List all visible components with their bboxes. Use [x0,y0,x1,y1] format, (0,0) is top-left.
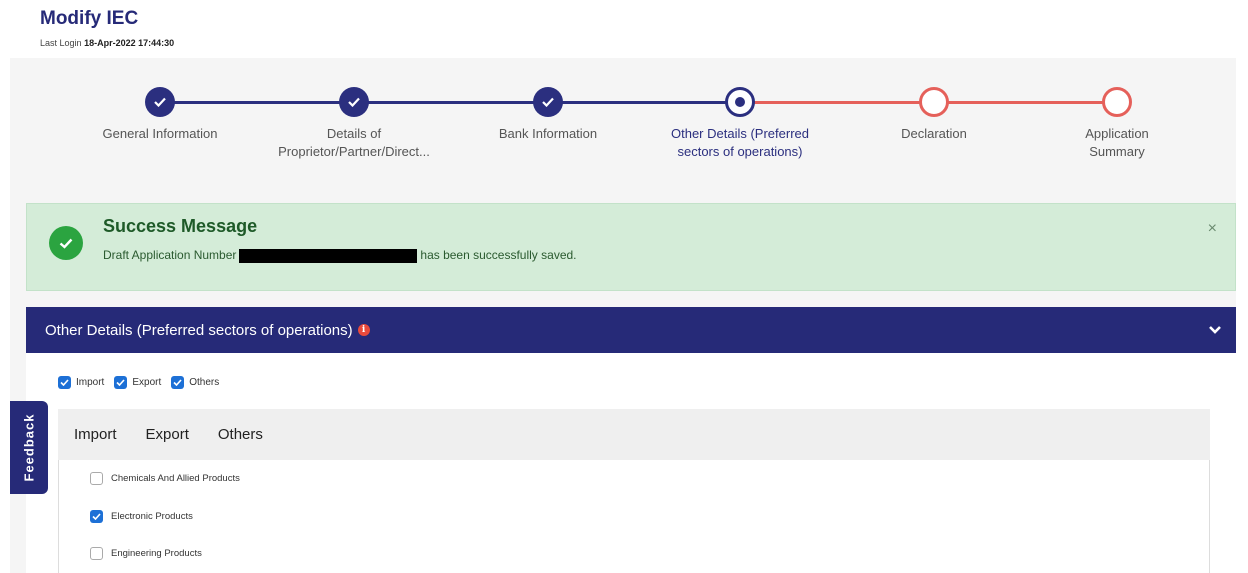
content-wrapper: General Information Details of Proprieto… [10,58,1236,573]
checkbox-import[interactable]: Import [58,376,104,389]
checkbox-checked-icon[interactable] [171,376,185,389]
sector-label: Chemicals And Allied Products [111,473,240,484]
alert-title: Success Message [103,216,258,236]
sector-chemicals[interactable]: Chemicals And Allied Products [90,472,240,485]
step-details-of-proprietor[interactable]: Details of Proprietor/Partner/Direct... [264,87,444,161]
step-label: Bank Information [498,126,598,141]
alert-message: Draft Application Number has been success… [103,248,577,263]
step-label: Declaration [901,126,967,141]
checkbox-label: Import [76,377,105,388]
feedback-button[interactable]: Feedback [10,401,48,494]
checkbox-others[interactable]: Others [171,376,219,389]
progress-stepper: General Information Details of Proprieto… [10,58,1236,198]
check-icon [145,87,175,117]
sector-tabs: Import Export Others [58,409,1210,460]
operation-type-checkboxes: Import Export Others [58,376,229,389]
checkbox-checked-icon[interactable] [90,510,103,523]
step-other-details[interactable]: Other Details (Preferred sectors of oper… [650,87,830,161]
step-declaration[interactable]: Declaration [844,87,1024,143]
success-check-icon [49,226,83,260]
pending-step-icon [919,87,949,117]
sector-engineering[interactable]: Engineering Products [90,547,202,560]
page-title: Modify IEC [40,8,139,29]
step-label: Other Details (Preferred sectors of oper… [671,126,809,159]
checkbox-export[interactable]: Export [114,376,161,389]
last-login-value: 18-Apr-2022 17:44:30 [84,38,175,48]
checkbox-unchecked-icon[interactable] [90,547,103,560]
checkbox-unchecked-icon[interactable] [90,472,103,485]
check-icon [533,87,563,117]
redacted-application-number [239,248,418,263]
last-login-label: Last Login [40,38,82,48]
checkbox-label: Export [132,377,162,388]
step-general-information[interactable]: General Information [70,87,250,143]
sector-list: Chemicals And Allied Products Electronic… [58,460,1210,573]
tab-export[interactable]: Export [146,426,189,443]
close-icon[interactable]: × [1208,220,1217,238]
step-application-summary[interactable]: Application Summary [1027,87,1207,161]
sector-label: Engineering Products [111,548,202,559]
checkbox-checked-icon[interactable] [58,376,71,389]
other-details-panel-body: Import Export Others Import Export Other… [26,353,1236,573]
check-icon [339,87,369,117]
step-label: Details of Proprietor/Partner/Direct... [278,126,430,159]
tab-others[interactable]: Others [218,426,263,443]
info-icon[interactable]: i [357,324,370,336]
current-step-icon [725,87,755,117]
step-label: Application Summary [1085,126,1149,159]
success-alert: Success Message Draft Application Number… [26,203,1236,291]
step-bank-information[interactable]: Bank Information [458,87,638,143]
other-details-panel-header[interactable]: Other Details (Preferred sectors of oper… [26,307,1236,353]
pending-step-icon [1102,87,1132,117]
chevron-down-icon[interactable] [1208,322,1222,340]
last-login: Last Login 18-Apr-2022 17:44:30 [40,38,174,48]
tab-import[interactable]: Import [74,426,117,443]
checkbox-checked-icon[interactable] [114,376,128,389]
feedback-label: Feedback [21,413,37,482]
sector-label: Electronic Products [111,511,193,522]
panel-title: Other Details (Preferred sectors of oper… [45,321,353,339]
sector-electronic[interactable]: Electronic Products [90,510,193,523]
step-label: General Information [102,126,218,141]
checkbox-label: Others [189,377,220,388]
